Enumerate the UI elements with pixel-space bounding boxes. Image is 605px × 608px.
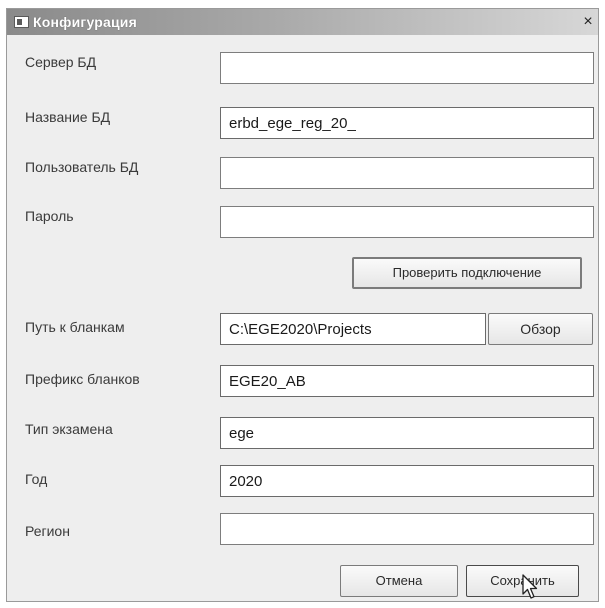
save-button[interactable]: Сохранить bbox=[466, 565, 579, 597]
password-label: Пароль bbox=[25, 208, 74, 224]
exam-type-input[interactable] bbox=[220, 417, 594, 449]
region-label: Регион bbox=[25, 523, 70, 539]
db-server-input[interactable] bbox=[220, 52, 594, 84]
region-input[interactable] bbox=[220, 513, 594, 545]
db-user-label: Пользователь БД bbox=[25, 159, 139, 175]
blank-prefix-label: Префикс бланков bbox=[25, 371, 140, 387]
window-title: Конфигурация bbox=[33, 14, 137, 30]
exam-type-label: Тип экзамена bbox=[25, 421, 113, 437]
db-server-label: Сервер БД bbox=[25, 54, 97, 70]
blanks-path-input[interactable] bbox=[220, 313, 486, 345]
year-input[interactable] bbox=[220, 465, 594, 497]
check-connection-button[interactable]: Проверить подключение bbox=[352, 257, 582, 289]
password-input[interactable] bbox=[220, 206, 594, 238]
db-user-input[interactable] bbox=[220, 157, 594, 189]
window-app-icon bbox=[14, 16, 29, 28]
db-name-input[interactable] bbox=[220, 107, 594, 139]
db-name-label: Название БД bbox=[25, 109, 111, 125]
browse-button[interactable]: Обзор bbox=[488, 313, 593, 345]
year-label: Год bbox=[25, 471, 48, 487]
blank-prefix-input[interactable] bbox=[220, 365, 594, 397]
title-bar[interactable]: Конфигурация × bbox=[7, 9, 598, 35]
cancel-button[interactable]: Отмена bbox=[340, 565, 458, 597]
configuration-dialog: Конфигурация × Сервер БД Название БД Пол… bbox=[6, 8, 599, 602]
close-icon[interactable]: × bbox=[578, 12, 598, 32]
blanks-path-label: Путь к бланкам bbox=[25, 319, 125, 335]
